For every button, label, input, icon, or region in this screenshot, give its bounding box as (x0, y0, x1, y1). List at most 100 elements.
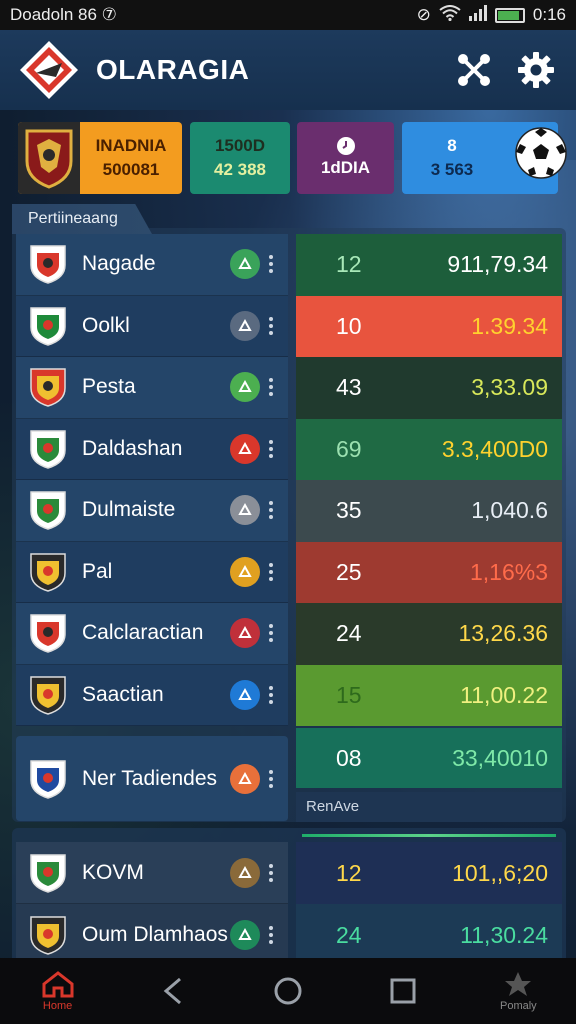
app-bar: OLARAGIA (0, 30, 576, 110)
more-options-icon[interactable] (266, 562, 276, 581)
team-crest-icon (28, 758, 68, 800)
team-name: Dulmaiste (82, 498, 176, 522)
more-options-icon[interactable] (266, 501, 276, 520)
team-action-icon[interactable] (230, 495, 260, 526)
status-icons: ⊘ 0:16 (417, 4, 566, 26)
team-row[interactable]: Ner Tadiendes (16, 736, 288, 822)
more-options-icon[interactable] (266, 439, 276, 458)
team-value: 911,79.34 (447, 251, 548, 278)
lower-score-column: 12 101,,6;20 24 11,30.24 (296, 842, 562, 966)
nav-profile-label: Pomaly (500, 1000, 537, 1012)
team-name: Pesta (82, 375, 136, 399)
club-summary-line2: 500081 (102, 160, 160, 179)
team-score: 24 (336, 921, 362, 948)
stat-card-3-value: 3 563 (430, 160, 474, 179)
team-score-row[interactable]: 15 11,00.22 (296, 664, 562, 726)
team-action-icon[interactable] (230, 618, 260, 649)
bottom-nav: Home Pomaly (0, 958, 576, 1024)
team-action-icon[interactable] (230, 919, 260, 950)
team-row[interactable]: Calclaractian (16, 603, 288, 665)
team-row[interactable]: Daldashan (16, 418, 288, 480)
team-action-icon[interactable] (230, 249, 260, 280)
team-value: 33,40010 (452, 744, 548, 771)
nav-back[interactable] (138, 976, 208, 1006)
lower-team-row[interactable]: Oum Dlamhaos (16, 904, 288, 966)
team-crest-icon (28, 305, 68, 347)
team-row[interactable]: Nagade (16, 234, 288, 296)
team-name: Oum Dlamhaos (82, 922, 228, 946)
team-action-icon[interactable] (230, 433, 260, 464)
status-left-text: Doadoln 86 ⑦ (10, 5, 117, 24)
stat-card-1[interactable]: 1500D 42 388 (190, 122, 290, 194)
team-value: 11,00.22 (460, 681, 548, 708)
team-name: Daldashan (82, 436, 183, 460)
lower-team-row[interactable]: KOVM (16, 842, 288, 904)
club-crest-icon (18, 122, 80, 194)
team-action-icon[interactable] (230, 679, 260, 710)
team-action-icon[interactable] (230, 857, 260, 888)
stat-card-2-value: 1dDIA (320, 158, 371, 177)
team-crest-icon (28, 612, 68, 654)
team-action-icon[interactable] (230, 310, 260, 341)
team-name: Oolkl (82, 313, 130, 337)
nav-home-circle[interactable] (253, 976, 323, 1006)
lower-team-score-row[interactable]: 12 101,,6;20 (296, 842, 562, 904)
back-icon (163, 977, 181, 1005)
team-crest-icon (28, 852, 68, 894)
stat-card-2[interactable]: 1dDIA (297, 122, 394, 194)
lower-team-list: KOVM Oum Dlamhaos (16, 842, 288, 966)
recents-icon (390, 978, 416, 1004)
team-row[interactable]: Oolkl (16, 295, 288, 357)
team-name: Nagade (82, 252, 156, 276)
nav-home[interactable]: Home (23, 970, 93, 1012)
share-icon (458, 54, 490, 86)
team-score-row[interactable]: 35 1,040.6 (296, 480, 562, 542)
share-button[interactable] (452, 48, 496, 92)
team-score: 35 (336, 497, 362, 524)
team-list: Nagade Oolkl Pesta Daldashan Dulmaiste Pal Cal… (16, 234, 288, 822)
more-options-icon[interactable] (266, 925, 276, 944)
team-row[interactable]: Saactian (16, 664, 288, 726)
team-score: 10 (336, 312, 362, 339)
team-action-icon[interactable] (230, 763, 260, 794)
team-action-icon[interactable] (230, 372, 260, 403)
club-summary-card[interactable]: INADNIA 500081 (18, 122, 182, 194)
stat-cards: INADNIA 500081 1500D 42 388 1dDIA 8 3 56… (18, 122, 567, 194)
team-score: 08 (336, 744, 362, 771)
lower-team-score-row[interactable]: 24 11,30.24 (296, 904, 562, 966)
team-name: Saactian (82, 682, 164, 706)
team-row[interactable]: Pal (16, 541, 288, 603)
team-row[interactable]: Dulmaiste (16, 480, 288, 542)
more-options-icon[interactable] (266, 255, 276, 274)
team-row[interactable]: Pesta (16, 357, 288, 419)
remove-label[interactable]: RenAve (296, 792, 562, 822)
team-score-row[interactable]: 24 13,26.36 (296, 603, 562, 665)
team-action-icon[interactable] (230, 556, 260, 587)
nav-recents[interactable] (368, 976, 438, 1006)
more-options-icon[interactable] (266, 863, 276, 882)
soccer-ball-icon (514, 126, 568, 180)
more-options-icon[interactable] (266, 769, 276, 788)
more-options-icon[interactable] (266, 316, 276, 335)
nav-profile[interactable]: Pomaly (483, 970, 553, 1012)
team-score-row[interactable]: 10 1.39.34 (296, 295, 562, 357)
team-score: 43 (336, 374, 362, 401)
team-name: Ner Tadiendes (82, 766, 218, 790)
team-score-row[interactable]: 25 1,16%3 (296, 541, 562, 603)
team-value: 1.39.34 (471, 312, 548, 339)
team-score-row[interactable]: 08 33,40010 (296, 728, 562, 788)
team-value: 3.3,400D0 (441, 435, 548, 462)
stat-card-1-value: 42 388 (214, 160, 266, 179)
more-options-icon[interactable] (266, 685, 276, 704)
team-value: 101,,6;20 (452, 859, 548, 886)
settings-button[interactable] (514, 48, 558, 92)
team-score-row[interactable]: 69 3.3,400D0 (296, 418, 562, 480)
more-options-icon[interactable] (266, 624, 276, 643)
tab-standings[interactable]: Pertiineaang (12, 204, 152, 234)
team-crest-icon (28, 366, 68, 408)
more-options-icon[interactable] (266, 378, 276, 397)
team-score-row[interactable]: 12 911,79.34 (296, 234, 562, 296)
team-name: Pal (82, 559, 113, 583)
team-score-row[interactable]: 43 3,33.09 (296, 357, 562, 419)
app-logo-icon (18, 39, 80, 101)
